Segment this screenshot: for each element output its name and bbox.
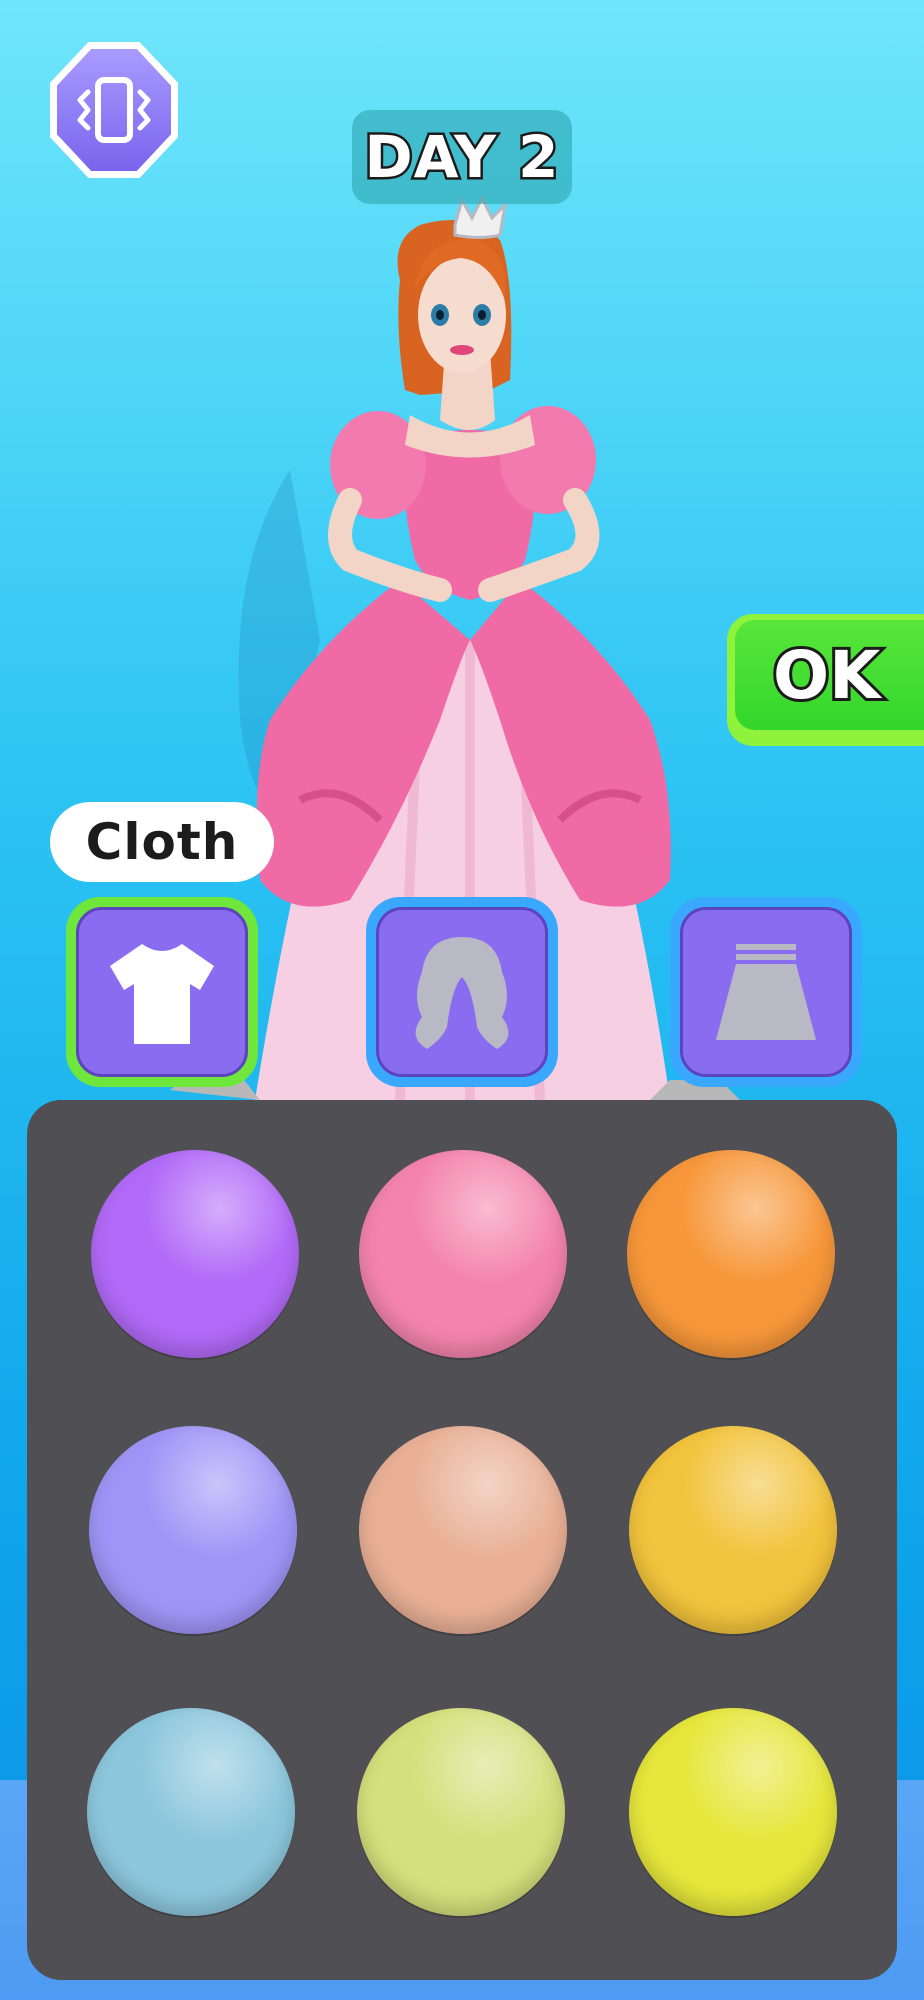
category-hair-button[interactable] [366, 897, 558, 1087]
day-counter: DAY 2 [352, 110, 572, 204]
category-label-text: Cloth [85, 813, 239, 871]
skirt-icon [716, 944, 816, 1040]
color-swatch-orange[interactable] [627, 1150, 835, 1358]
tshirt-icon [110, 944, 214, 1044]
category-label: Cloth [50, 802, 274, 882]
color-swatch-gold[interactable] [629, 1426, 837, 1634]
category-clothes-button[interactable] [66, 897, 258, 1087]
color-palette-panel [27, 1100, 897, 1980]
color-swatch-lime[interactable] [357, 1708, 565, 1916]
hair-icon [415, 937, 509, 1049]
color-swatch-pink[interactable] [359, 1150, 567, 1358]
category-skirt-button[interactable] [670, 897, 862, 1087]
color-swatch-yellow[interactable] [629, 1708, 837, 1916]
color-swatch-purple[interactable] [91, 1150, 299, 1358]
ok-button[interactable]: OK [727, 614, 924, 746]
vibration-phone-icon [77, 77, 151, 143]
color-swatch-lavender[interactable] [89, 1426, 297, 1634]
ok-label: OK [770, 634, 883, 717]
color-swatch-peach[interactable] [359, 1426, 567, 1634]
day-label: DAY 2 [362, 121, 561, 194]
color-swatch-light-blue[interactable] [87, 1708, 295, 1916]
